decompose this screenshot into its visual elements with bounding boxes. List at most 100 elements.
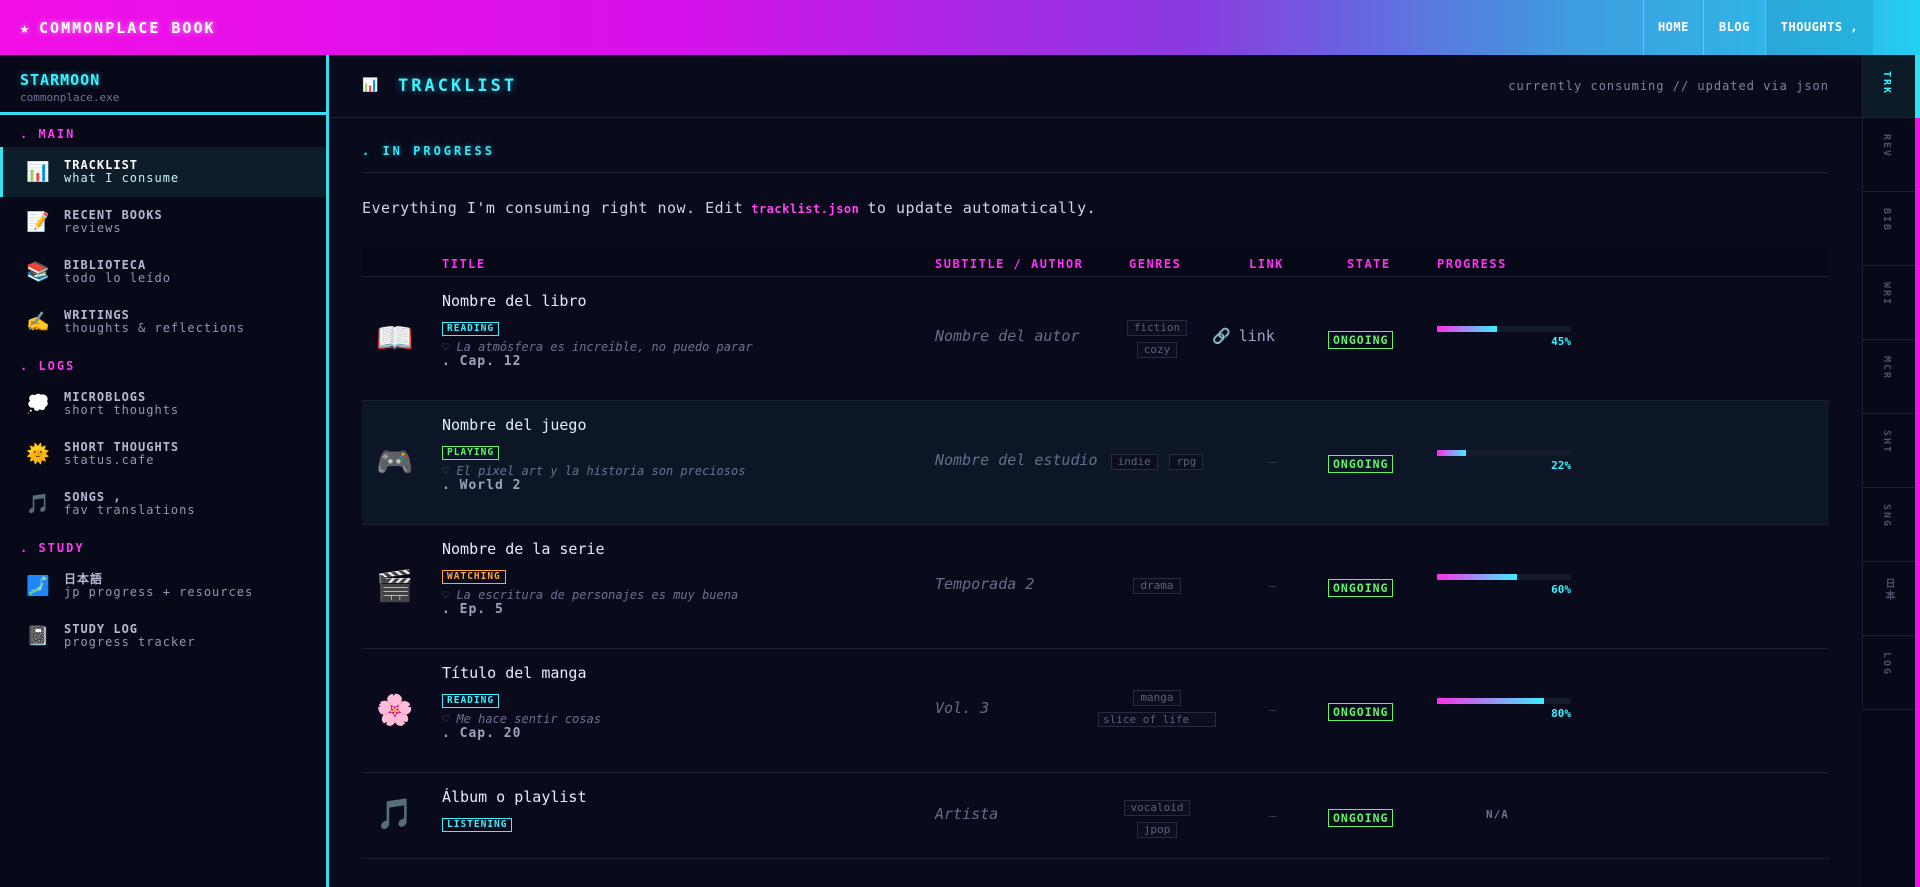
intro-after: to update automatically. (867, 199, 1097, 217)
progress-cell: 80% (1437, 698, 1571, 720)
progress-fill (1437, 326, 1498, 332)
tab-sng[interactable]: SNG (1862, 488, 1915, 562)
column-state[interactable]: STATE (1347, 257, 1391, 271)
item-note: ♡ La atmósfera es increíble, no puedo pa… (442, 340, 753, 354)
sidebar-item-short-thoughts[interactable]: 🌞 SHORT THOUGHTS status.cafe (0, 429, 326, 479)
intro-text: Everything I'm consuming right now. Edit… (362, 199, 1829, 217)
tab-label: WRI (1881, 282, 1892, 307)
sidebar-item-songs[interactable]: 🎵 SONGS , fav translations (0, 479, 326, 529)
sidebar-item-microblogs[interactable]: 💭 MICROBLOGS short thoughts (0, 379, 326, 429)
status-badge: LISTENING (442, 818, 513, 832)
item-title: Nombre del libro (442, 292, 587, 310)
tab-label: 日本 (1883, 578, 1894, 602)
item-progress-note: . Cap. 20 (442, 726, 522, 741)
column-progress[interactable]: PROGRESS (1437, 257, 1507, 271)
column-genres[interactable]: GENRES (1129, 257, 1181, 271)
title-cell: Álbum o playlist LISTENING (442, 788, 587, 832)
right-edge-border-accent (1915, 55, 1920, 118)
sidebar-item-recent-books[interactable]: 📝 RECENT BOOKS reviews (0, 197, 326, 247)
tab-label: REV (1881, 134, 1892, 159)
progress-cell: 45% (1437, 326, 1571, 348)
item-title: Nombre del juego (442, 416, 587, 434)
profile: STARMOON commonplace.exe (0, 55, 326, 115)
progress-percent: 60% (1551, 583, 1571, 596)
sidebar-item-sub: short thoughts (64, 403, 180, 417)
table-row[interactable]: 🎬 Nombre de la serie WATCHING ♡ La escri… (362, 525, 1829, 649)
thought-bubble-icon: 💭 (26, 393, 50, 415)
item-author: Nombre del estudio (935, 451, 1098, 469)
genre-tag: fiction (1126, 320, 1188, 336)
sidebar-item-japanese[interactable]: 🗾 日本語 jp progress + resources (0, 561, 326, 611)
title-cell: Título del manga READING ♡ Me hace senti… (442, 664, 601, 741)
sidebar-item-biblioteca[interactable]: 📚 BIBLIOTECA todo lo leído (0, 247, 326, 297)
progress-percent: 80% (1551, 707, 1571, 720)
table-header: TITLE SUBTITLE / AUTHOR GENRES LINK STAT… (362, 248, 1829, 277)
item-link-empty: — (1269, 809, 1277, 823)
profile-subtitle: commonplace.exe (20, 91, 120, 104)
open-book-icon: 📖 (376, 321, 414, 356)
sun-icon: 🌞 (26, 443, 50, 465)
memo-icon: 📝 (26, 211, 50, 233)
genre-tag: manga (1133, 690, 1181, 706)
progress-fill (1437, 698, 1545, 704)
tab-mcr[interactable]: MCR (1862, 340, 1915, 414)
sidebar-item-sub: fav translations (64, 503, 196, 517)
tab-sht[interactable]: SHT (1862, 414, 1915, 488)
item-link[interactable]: 🔗 link (1212, 327, 1275, 345)
intro-code: tracklist.json (751, 202, 860, 216)
tab-label: SNG (1881, 504, 1892, 529)
nav-home[interactable]: HOME (1642, 0, 1703, 55)
star-icon: ★ (20, 18, 32, 37)
genre-tag: vocaloid (1123, 800, 1191, 816)
chart-icon: 📊 (26, 161, 50, 183)
table-row[interactable]: 🎮 Nombre del juego PLAYING ♡ El pixel ar… (362, 401, 1829, 525)
sidebar-item-study-log[interactable]: 📓 STUDY LOG progress tracker (0, 611, 326, 661)
right-tab-strip: TRK REV BIB WRI MCR SHT SNG 日本 LOG (1862, 55, 1920, 887)
brand[interactable]: ★ COMMONPLACE BOOK (20, 19, 216, 37)
state-badge: ONGOING (1328, 579, 1394, 597)
progress-bar (1437, 450, 1571, 456)
tab-trk[interactable]: TRK (1862, 55, 1915, 118)
column-title[interactable]: TITLE (442, 257, 486, 271)
title-cell: Nombre de la serie WATCHING ♡ La escritu… (442, 540, 738, 617)
sidebar-item-tracklist[interactable]: 📊 TRACKLIST what I consume (0, 147, 326, 197)
tab-log[interactable]: LOG (1862, 636, 1915, 710)
status-badge: PLAYING (442, 446, 500, 460)
item-title: Álbum o playlist (442, 788, 587, 806)
state-badge: ONGOING (1328, 331, 1394, 349)
table-row[interactable]: 📖 Nombre del libro READING ♡ La atmósfer… (362, 277, 1829, 401)
item-link-empty: — (1269, 579, 1277, 593)
item-note: ♡ El pixel art y la historia son precios… (442, 464, 746, 478)
tab-rev[interactable]: REV (1862, 118, 1915, 192)
tab-japanese[interactable]: 日本 (1862, 562, 1915, 636)
section-title: . IN PROGRESS (362, 144, 1829, 173)
cherry-blossom-icon: 🌸 (376, 693, 414, 728)
status-badge: READING (442, 694, 500, 708)
sidebar-item-writings[interactable]: ✍️ WRITINGS thoughts & reflections (0, 297, 326, 347)
nav-blog[interactable]: BLOG (1702, 0, 1765, 55)
chart-icon: 📊 (362, 78, 379, 93)
page-header: 📊 TRACKLIST currently consuming // updat… (329, 55, 1862, 118)
progress-bar (1437, 574, 1571, 580)
page-meta: currently consuming // updated via json (1508, 79, 1829, 93)
game-controller-icon: 🎮 (376, 445, 414, 480)
item-progress-note: . Ep. 5 (442, 602, 504, 617)
clapper-board-icon: 🎬 (376, 569, 414, 604)
sidebar-item-sub: todo lo leído (64, 271, 171, 285)
sidebar-item-sub: thoughts & reflections (64, 321, 245, 335)
sidebar: STARMOON commonplace.exe . MAIN 📊 TRACKL… (0, 55, 329, 887)
item-title: Nombre de la serie (442, 540, 605, 558)
column-subtitle-author[interactable]: SUBTITLE / AUTHOR (935, 257, 1083, 271)
column-link[interactable]: LINK (1249, 257, 1284, 271)
tab-bib[interactable]: BIB (1862, 192, 1915, 266)
sidebar-item-sub: status.cafe (64, 453, 155, 467)
sidebar-item-sub: what I consume (64, 171, 180, 185)
genre-tag: slice of life (1098, 712, 1216, 727)
genre-tags: indie rpg (1092, 450, 1222, 472)
music-note-icon: 🎵 (26, 493, 50, 515)
table-row[interactable]: 🎵 Álbum o playlist LISTENING Artista voc… (362, 773, 1829, 859)
tab-wri[interactable]: WRI (1862, 266, 1915, 340)
table-row[interactable]: 🌸 Título del manga READING ♡ Me hace sen… (362, 649, 1829, 773)
top-bar-edge (1873, 0, 1920, 55)
nav-thoughts[interactable]: THOUGHTS , (1764, 0, 1873, 55)
